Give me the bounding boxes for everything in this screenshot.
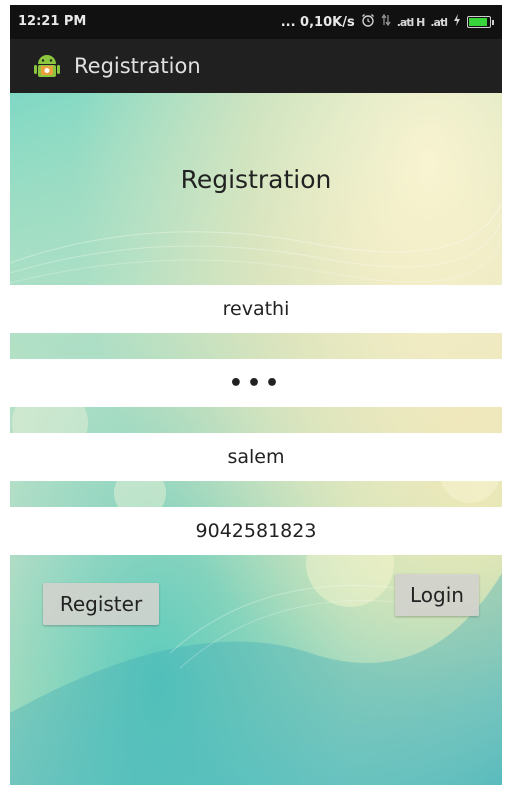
- action-bar-title: Registration: [74, 54, 201, 78]
- city-input[interactable]: [10, 433, 502, 481]
- form-title: Registration: [180, 165, 332, 194]
- action-bar: Registration: [10, 39, 502, 93]
- registration-content: Registration Register Login: [10, 93, 502, 785]
- battery-tip: [492, 19, 494, 25]
- register-button[interactable]: Register: [43, 583, 159, 625]
- data-arrows-icon: [381, 13, 391, 31]
- status-time: 12:21 PM: [18, 14, 87, 29]
- app-screen: 12:21 PM ... 0,10K/s .atl H .atl Registr…: [10, 5, 502, 785]
- login-button[interactable]: Login: [395, 574, 479, 616]
- battery-charging-icon: [467, 16, 491, 28]
- password-input[interactable]: [10, 359, 502, 407]
- phone-input[interactable]: [10, 507, 502, 555]
- signal-sim1: .atl H: [396, 15, 426, 29]
- status-bar: 12:21 PM ... 0,10K/s .atl H .atl: [10, 5, 502, 39]
- android-icon[interactable]: [32, 51, 62, 81]
- charging-bolt-icon: [453, 14, 461, 30]
- status-indicators: ... 0,10K/s .atl H .atl: [281, 13, 494, 31]
- username-input[interactable]: [10, 285, 502, 333]
- network-speed: ... 0,10K/s: [280, 14, 355, 30]
- alarm-clock-icon: [361, 13, 375, 31]
- signal-sim2: .atl: [430, 15, 448, 29]
